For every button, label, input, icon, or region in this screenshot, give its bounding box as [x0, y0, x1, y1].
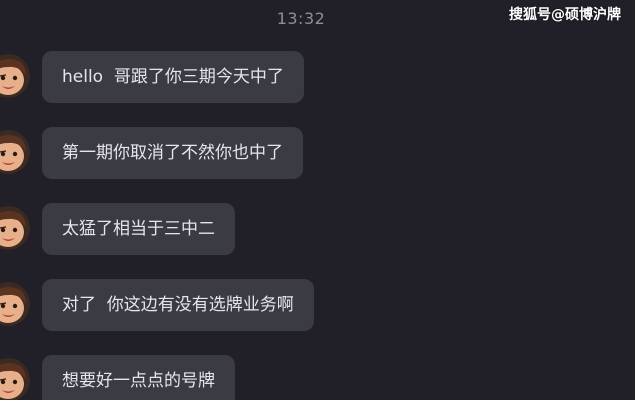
message-bubble[interactable]: 第一期你取消了不然你也中了 — [42, 127, 303, 179]
watermark: 搜狐号@硕博沪牌 — [509, 7, 621, 23]
cartoon-face-icon — [0, 206, 30, 250]
message-bubble[interactable]: 太猛了相当于三中二 — [42, 203, 235, 255]
message-bubble[interactable]: 想要好一点点的号牌 — [42, 355, 235, 400]
cartoon-face-icon — [0, 130, 30, 174]
message-bubble[interactable]: 对了 你这边有没有选牌业务啊 — [42, 279, 314, 331]
avatar[interactable] — [0, 358, 30, 400]
cartoon-face-icon — [0, 54, 30, 98]
chat-window: 13:32 搜狐号@硕博沪牌 hello 哥跟了你三期今天中了 第一期你取消了不… — [0, 0, 635, 400]
cartoon-face-icon — [0, 358, 30, 400]
avatar[interactable] — [0, 282, 30, 326]
cartoon-face-icon — [0, 282, 30, 326]
message-bubble[interactable]: hello 哥跟了你三期今天中了 — [42, 51, 304, 103]
avatar[interactable] — [0, 130, 30, 174]
avatar[interactable] — [0, 206, 30, 250]
avatar[interactable] — [0, 54, 30, 98]
